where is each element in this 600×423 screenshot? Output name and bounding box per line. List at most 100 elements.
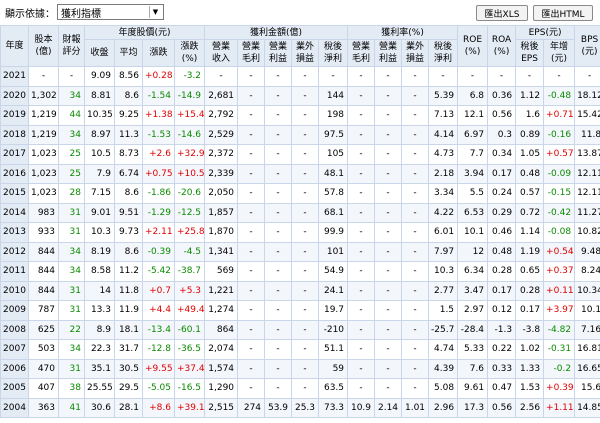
- data-cell: -: [237, 280, 266, 301]
- data-cell: 15.6: [574, 378, 600, 399]
- data-cell: 0.57: [515, 183, 545, 204]
- col-year: 年度: [0, 25, 29, 67]
- data-cell: 16.81: [574, 339, 600, 360]
- data-cell: 25: [58, 144, 85, 165]
- data-cell: -: [374, 241, 403, 262]
- data-cell: 144: [318, 85, 349, 106]
- data-cell: 41: [58, 397, 85, 418]
- col-operating-profit: 營業 利益: [264, 39, 293, 67]
- data-cell: -: [237, 319, 266, 340]
- data-cell: +0.54: [543, 241, 576, 262]
- data-cell: 34: [58, 85, 85, 106]
- data-cell: 10.1: [457, 222, 489, 243]
- year-cell: 2018: [0, 124, 29, 145]
- data-cell: 59: [318, 358, 349, 379]
- data-cell: -38.7: [173, 261, 206, 282]
- data-cell: 35.1: [84, 358, 115, 379]
- data-cell: 97.5: [318, 124, 349, 145]
- year-cell: 2010: [0, 280, 29, 301]
- data-cell: 8.81: [84, 85, 115, 106]
- data-cell: 10.82: [574, 222, 600, 243]
- data-cell: 8.24: [574, 261, 600, 282]
- col-gross-margin: 營業 毛利: [347, 39, 376, 67]
- data-cell: 0.17: [487, 163, 517, 184]
- data-cell: 57.8: [318, 183, 349, 204]
- data-cell: 2,372: [204, 144, 239, 165]
- data-cell: 1,221: [204, 280, 239, 301]
- data-cell: +0.75: [142, 163, 175, 184]
- data-cell: 0.47: [487, 378, 517, 399]
- data-cell: +37.4: [173, 358, 206, 379]
- data-cell: -: [264, 300, 293, 321]
- data-cell: 9.09: [84, 66, 115, 87]
- data-cell: 198: [318, 105, 349, 126]
- data-cell: -: [374, 261, 403, 282]
- data-cell: +0.39: [543, 378, 576, 399]
- year-cell: 2016: [0, 163, 29, 184]
- data-cell: -: [347, 144, 376, 165]
- data-cell: -: [347, 202, 376, 223]
- data-cell: 6.97: [457, 124, 489, 145]
- export-xls-button[interactable]: 匯出XLS: [476, 5, 528, 21]
- data-cell: -: [347, 358, 376, 379]
- data-cell: 2,515: [204, 397, 239, 418]
- data-cell: 48.1: [318, 163, 349, 184]
- data-cell: 569: [204, 261, 239, 282]
- col-nonoperating: 業外 損益: [291, 39, 320, 67]
- data-cell: -: [347, 241, 376, 262]
- chevron-down-icon: ▼: [149, 6, 161, 18]
- data-cell: 19.7: [318, 300, 349, 321]
- data-cell: 31: [58, 202, 85, 223]
- data-cell: 34: [58, 241, 85, 262]
- data-cell: 14: [84, 280, 115, 301]
- data-cell: -: [374, 163, 403, 184]
- data-cell: 10.1: [574, 300, 600, 321]
- export-html-button[interactable]: 匯出HTML: [533, 5, 593, 21]
- data-cell: 22.3: [84, 339, 115, 360]
- data-cell: -: [291, 66, 320, 87]
- data-cell: 0.33: [487, 358, 517, 379]
- data-cell: -0.42: [543, 202, 576, 223]
- data-cell: 1.33: [515, 358, 545, 379]
- data-cell: 2.97: [457, 300, 489, 321]
- data-cell: 73.3: [318, 397, 349, 418]
- year-cell: 2013: [0, 222, 29, 243]
- col-price-avg: 平均: [114, 39, 143, 67]
- data-cell: 31: [58, 358, 85, 379]
- data-cell: 0.72: [515, 202, 545, 223]
- data-cell: -: [401, 202, 430, 223]
- data-cell: 0.17: [487, 280, 517, 301]
- data-cell: -1.3: [487, 319, 517, 340]
- data-cell: +0.28: [142, 66, 175, 87]
- data-cell: 0.28: [487, 261, 517, 282]
- data-cell: -: [401, 378, 430, 399]
- data-cell: -16.5: [173, 378, 206, 399]
- data-cell: 31: [58, 300, 85, 321]
- data-cell: -: [347, 300, 376, 321]
- toolbar: 顯示依據： 獲利指標 ▼ 匯出XLS 匯出HTML: [0, 0, 600, 24]
- data-cell: +1.38: [142, 105, 175, 126]
- data-cell: +15.4: [173, 105, 206, 126]
- data-cell: -: [347, 261, 376, 282]
- data-cell: -: [347, 280, 376, 301]
- table-row: 2016 1,023 25 7.9 6.74 +0.75 +10.5 2,339- - -48.1…: [0, 163, 600, 184]
- data-cell: -: [374, 358, 403, 379]
- data-cell: -1.29: [142, 202, 175, 223]
- data-cell: 28: [58, 183, 85, 204]
- metric-select[interactable]: 獲利指標 ▼: [57, 4, 164, 20]
- data-cell: -0.2: [543, 358, 576, 379]
- data-cell: 7.16: [574, 319, 600, 340]
- data-cell: -: [237, 66, 266, 87]
- data-cell: -: [401, 280, 430, 301]
- data-cell: -: [374, 378, 403, 399]
- col-eps: 稅後 EPS: [515, 39, 545, 67]
- data-cell: 503: [28, 339, 59, 360]
- data-cell: 0.48: [487, 241, 517, 262]
- data-cell: 2,050: [204, 183, 239, 204]
- data-cell: 12.11: [574, 183, 600, 204]
- data-cell: 13.87: [574, 144, 600, 165]
- data-cell: 11.8: [574, 124, 600, 145]
- year-cell: 2021: [0, 66, 29, 87]
- data-cell: 2,074: [204, 339, 239, 360]
- data-cell: -: [401, 241, 430, 262]
